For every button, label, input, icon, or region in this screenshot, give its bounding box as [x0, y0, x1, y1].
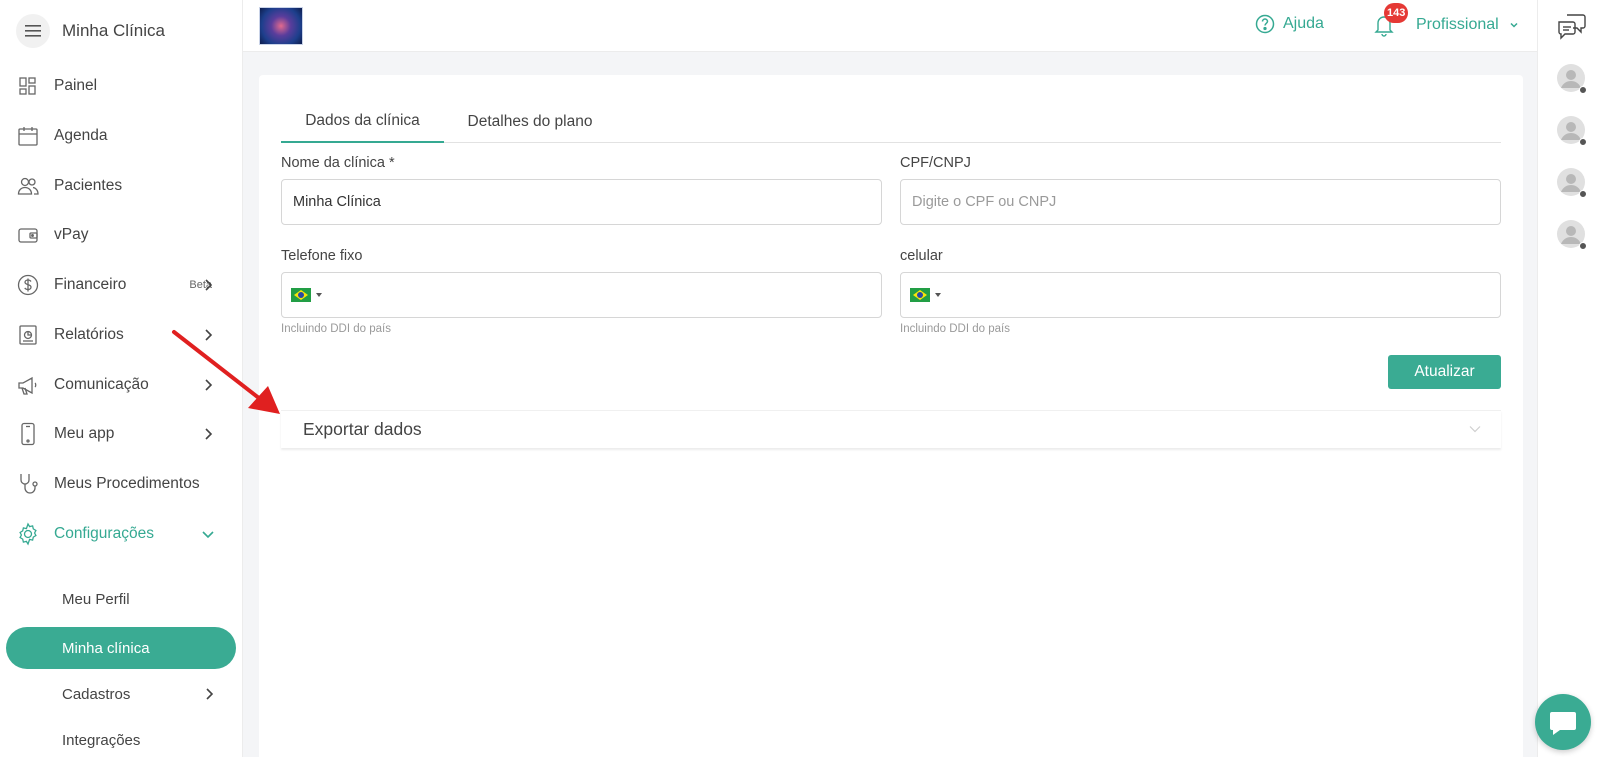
caret-down-icon [316, 293, 322, 297]
chevron-down-icon [1469, 426, 1481, 433]
sidebar-item-label: Meu app [54, 425, 115, 442]
report-icon [16, 323, 40, 347]
mobile-hint: Incluindo DDI do país [900, 323, 1010, 335]
landline-input[interactable] [281, 272, 882, 318]
chevron-right-icon [206, 688, 214, 700]
sidebar-item-configuracoes[interactable]: Configurações [16, 519, 226, 549]
brazil-flag-icon[interactable] [291, 288, 311, 302]
chat-icon [1550, 712, 1576, 735]
sidebar-subitem-label: Cadastros [62, 685, 131, 703]
caret-down-icon [935, 293, 941, 297]
dashboard-icon [16, 74, 40, 98]
annotation-arrow-icon [172, 330, 280, 414]
clinic-settings-card: Dados da clínica Detalhes do plano Nome … [259, 75, 1523, 757]
avatar[interactable] [1556, 63, 1588, 95]
sidebar-item-financeiro[interactable]: Financeiro Beta [16, 270, 226, 300]
sidebar-subitem-label: Meu Perfil [62, 590, 130, 608]
clinic-name-input[interactable] [281, 179, 882, 225]
document-input[interactable] [900, 179, 1501, 225]
sidebar-subitem-cadastros[interactable]: Cadastros [62, 682, 232, 706]
sidebar-item-label: Configurações [54, 525, 154, 542]
mobile-input[interactable] [900, 272, 1501, 318]
sidebar-subitem-label: Minha clínica [62, 639, 150, 657]
tab-detalhes-do-plano[interactable]: Detalhes do plano [444, 100, 616, 143]
document-label: CPF/CNPJ [900, 155, 971, 171]
sidebar-subitem-integracoes[interactable]: Integrações [62, 728, 232, 752]
profile-menu[interactable]: Profissional [1416, 16, 1519, 34]
brand-name: Minha Clínica [62, 21, 165, 40]
tab-bar: Dados da clínica Detalhes do plano [281, 100, 1501, 143]
gear-icon [16, 522, 40, 546]
sidebar-item-meus-procedimentos[interactable]: Meus Procedimentos [16, 469, 226, 499]
landline-hint: Incluindo DDI do país [281, 323, 391, 335]
help-link[interactable]: Ajuda [1255, 14, 1324, 34]
sidebar-item-pacientes[interactable]: Pacientes [16, 171, 226, 201]
menu-toggle-button[interactable] [16, 14, 50, 48]
tab-dados-da-clinica[interactable]: Dados da clínica [281, 100, 444, 143]
avatar[interactable] [1556, 219, 1588, 251]
sidebar-item-label: Agenda [54, 127, 108, 144]
sidebar-item-agenda[interactable]: Agenda [16, 121, 226, 151]
calendar-icon [16, 124, 40, 148]
chat-bubbles-icon[interactable] [1557, 12, 1587, 40]
notification-badge: 143 [1384, 3, 1409, 23]
avatar[interactable] [1556, 115, 1588, 147]
topbar: Ajuda 143 Profissional [243, 0, 1537, 52]
stethoscope-icon [16, 472, 40, 496]
sidebar-item-label: vPay [54, 226, 89, 243]
phone-icon [16, 422, 40, 446]
profile-label: Profissional [1416, 16, 1499, 33]
update-button[interactable]: Atualizar [1388, 355, 1501, 389]
right-rail [1537, 0, 1600, 757]
brazil-flag-icon[interactable] [910, 288, 930, 302]
chevron-right-icon [205, 428, 213, 440]
sidebar-item-label: Painel [54, 77, 98, 94]
chevron-down-icon [1510, 22, 1518, 28]
hamburger-icon [25, 25, 41, 37]
tab-label: Dados da clínica [305, 111, 420, 129]
avatar[interactable] [1556, 167, 1588, 199]
sidebar-item-label: Pacientes [54, 177, 123, 194]
sidebar-subitem-minha-clinica[interactable]: Minha clínica [6, 627, 236, 669]
sidebar-brand: Minha Clínica [16, 14, 165, 48]
help-label: Ajuda [1283, 15, 1324, 32]
chat-fab-button[interactable] [1535, 694, 1591, 750]
sidebar-subitem-label: Integrações [62, 731, 141, 749]
tab-label: Detalhes do plano [467, 112, 593, 130]
sidebar-subitem-meu-perfil[interactable]: Meu Perfil [62, 587, 232, 611]
accordion-title: Exportar dados [303, 419, 422, 439]
mobile-label: celular [900, 248, 943, 264]
export-data-accordion[interactable]: Exportar dados [281, 410, 1501, 448]
sidebar-item-label: Financeiro [54, 276, 127, 293]
sidebar-item-painel[interactable]: Painel [16, 71, 226, 101]
sidebar-item-meu-app[interactable]: Meu app [16, 419, 226, 449]
sidebar-item-vpay[interactable]: vPay [16, 220, 226, 250]
chevron-right-icon [205, 279, 213, 291]
sidebar-item-label: Meus Procedimentos [54, 475, 200, 492]
clinic-name-label: Nome da clínica * [281, 155, 395, 171]
users-icon [16, 174, 40, 198]
chevron-down-icon [202, 531, 214, 539]
landline-label: Telefone fixo [281, 248, 363, 264]
sidebar-item-label: Comunicação [54, 376, 149, 393]
sidebar-item-label: Relatórios [54, 326, 124, 343]
dollar-icon [16, 273, 40, 297]
megaphone-icon [16, 373, 40, 397]
clinic-logo [259, 7, 303, 45]
help-icon [1255, 14, 1275, 34]
wallet-icon [16, 223, 40, 247]
